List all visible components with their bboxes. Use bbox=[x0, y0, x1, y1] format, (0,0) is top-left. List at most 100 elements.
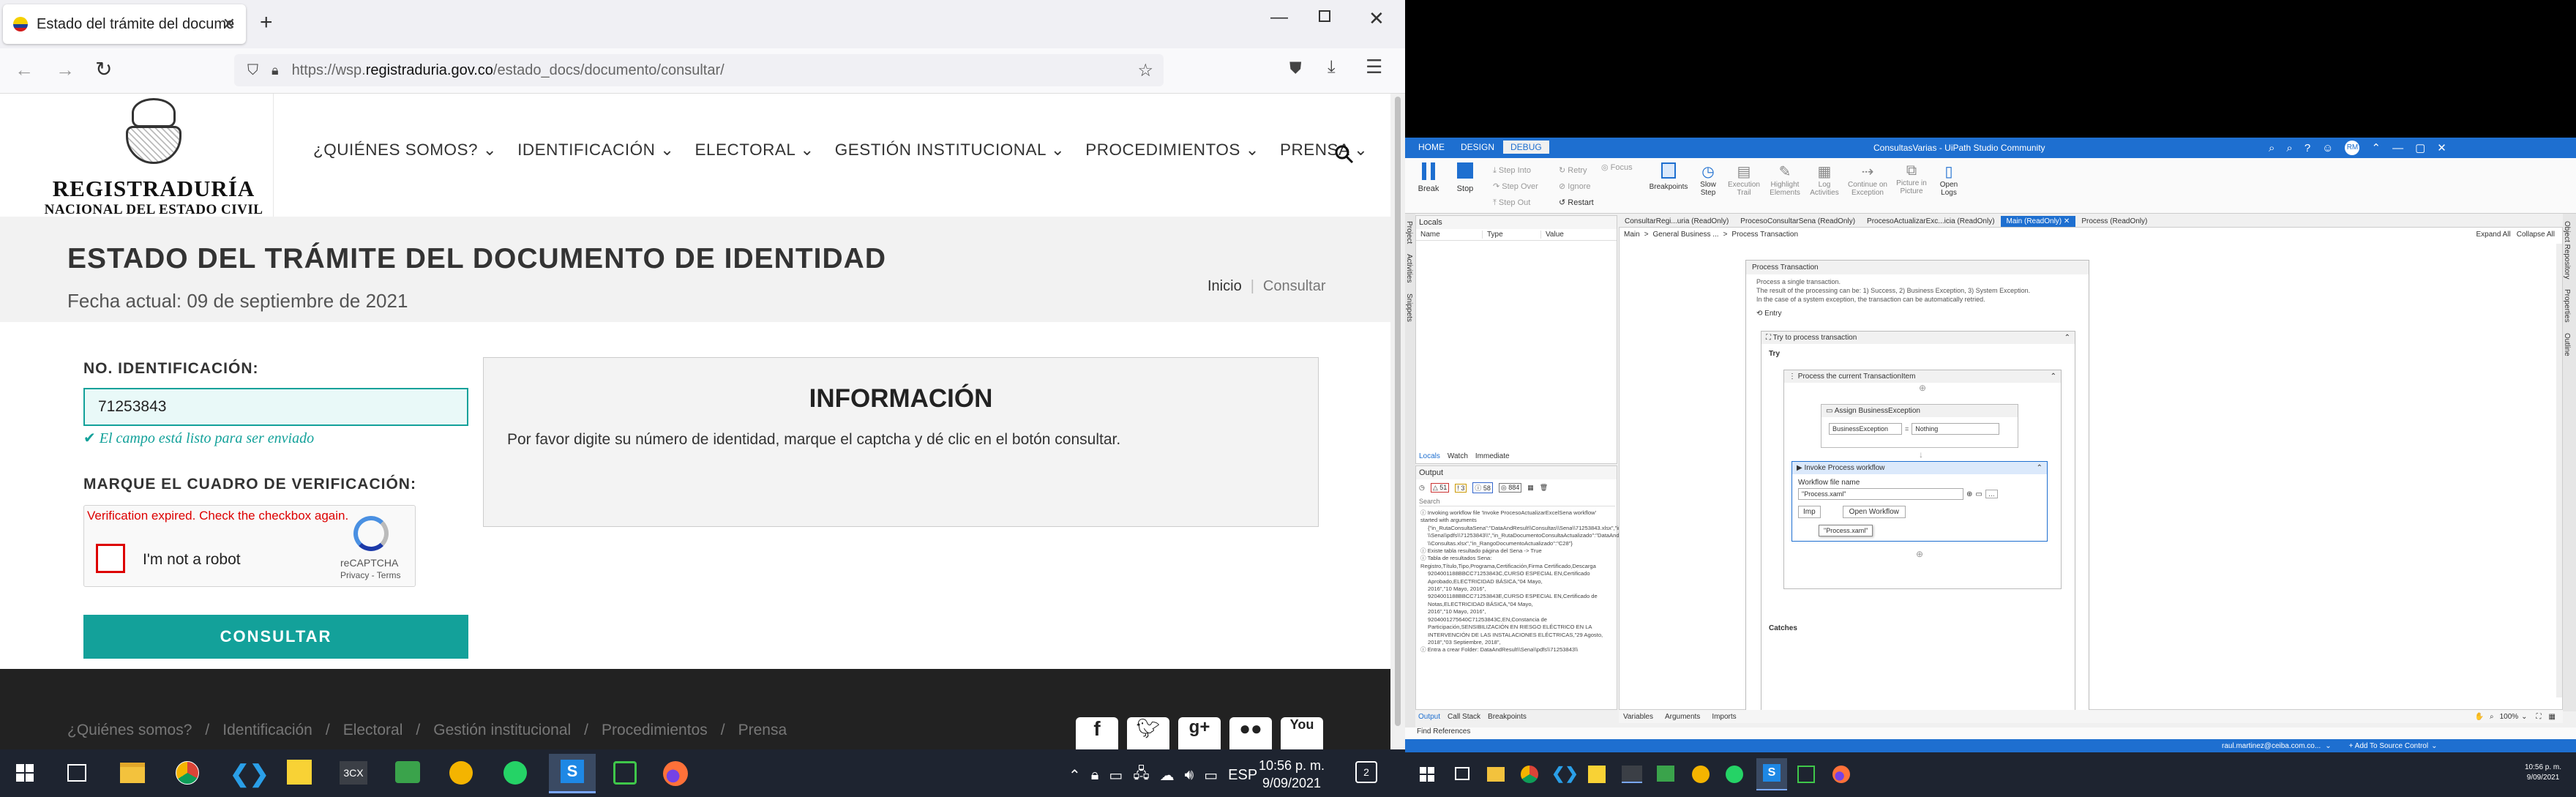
focus-button[interactable]: ◎ Focus bbox=[1601, 162, 1633, 172]
nav-gestion-institucional[interactable]: GESTIÓN INSTITUCIONAL ⌄ bbox=[835, 141, 1066, 160]
file-explorer-icon[interactable] bbox=[1487, 767, 1505, 782]
studio-minimize-icon[interactable]: — bbox=[2392, 142, 2403, 154]
tray-folder-icon[interactable]: ▭ bbox=[1109, 766, 1123, 785]
zoom-search-icon[interactable]: ⌕ bbox=[2490, 713, 2494, 721]
twitter-icon[interactable]: 🐦︎ bbox=[1127, 717, 1169, 749]
nav-electoral[interactable]: ELECTORAL ⌄ bbox=[695, 141, 815, 160]
close-tab-icon[interactable]: ✕ bbox=[222, 15, 236, 34]
log-line[interactable]: ⓘ Tabla de resultados Sena: Registro,Tít… bbox=[1420, 555, 1612, 570]
task-view-icon[interactable] bbox=[1455, 767, 1469, 780]
log-activities-button[interactable]: ▦ Log Activities bbox=[1806, 162, 1843, 197]
clock-date[interactable]: 9/09/2021 bbox=[2525, 773, 2561, 783]
menu-icon[interactable]: ☰ bbox=[1366, 56, 1382, 78]
crumb-general-business[interactable]: General Business ... bbox=[1653, 231, 1719, 239]
help-icon[interactable]: ? bbox=[2304, 142, 2310, 154]
copy-icon[interactable]: ▦ bbox=[1527, 484, 1534, 492]
footer-link-identificacion[interactable]: Identificación bbox=[222, 722, 312, 739]
tab-watch[interactable]: Watch bbox=[1448, 452, 1468, 460]
browser-tab[interactable]: Estado del trámite del docume ✕ bbox=[3, 4, 246, 44]
crumb-main[interactable]: Main bbox=[1624, 231, 1640, 239]
collapse-icon[interactable]: ⌃ bbox=[2064, 334, 2070, 342]
side-tab-properties[interactable]: Properties bbox=[2563, 289, 2571, 323]
footer-link-prensa[interactable]: Prensa bbox=[738, 722, 787, 739]
clock-date[interactable]: 9/09/2021 bbox=[1259, 774, 1325, 792]
highlight-elements-button[interactable]: ✎ Highlight Elements bbox=[1765, 162, 1805, 197]
tab-arguments[interactable]: Arguments bbox=[1665, 713, 1700, 721]
footer-link-quienes[interactable]: ¿Quiénes somos? bbox=[67, 722, 192, 739]
footer-link-procedimientos[interactable]: Procedimientos bbox=[602, 722, 708, 739]
page-scrollbar[interactable] bbox=[1390, 94, 1405, 749]
error-filter[interactable]: △ 51 bbox=[1430, 483, 1450, 493]
nav-quienes-somos[interactable]: ¿QUIÉNES SOMOS? ⌄ bbox=[313, 141, 497, 160]
whatsapp-icon[interactable] bbox=[1726, 766, 1743, 783]
uipath-assistant-icon[interactable] bbox=[1797, 766, 1815, 783]
entry-node[interactable]: ⟲ Entry bbox=[1746, 307, 2089, 321]
picture-in-picture-button[interactable]: ⧉ Picture in Picture bbox=[1891, 162, 1932, 195]
studio-restore-icon[interactable]: ▢ bbox=[2415, 141, 2425, 154]
vscode-icon[interactable]: ❮❯ bbox=[230, 760, 269, 787]
side-tab-snippets[interactable]: Snippets bbox=[1405, 293, 1413, 322]
ribbon-tab-home[interactable]: HOME bbox=[1411, 141, 1452, 154]
chrome-icon[interactable] bbox=[1521, 766, 1538, 783]
tab-variables[interactable]: Variables bbox=[1623, 713, 1653, 721]
tray-chevron-icon[interactable]: ⌃ bbox=[1068, 766, 1081, 785]
clock-time[interactable]: 10:56 p. m. bbox=[2525, 763, 2561, 773]
step-out-button[interactable]: ⤒ Step Out bbox=[1493, 195, 1538, 211]
minimize-icon[interactable]: — bbox=[1270, 7, 1288, 28]
crumb-process-transaction[interactable]: Process Transaction bbox=[1731, 231, 1798, 239]
add-activity-icon[interactable]: ⊕ bbox=[1784, 383, 2061, 393]
nav-identificacion[interactable]: IDENTIFICACIÓN ⌄ bbox=[517, 141, 674, 160]
pan-icon[interactable]: ✋ bbox=[2475, 713, 2484, 721]
step-into-button[interactable]: ⤓ Step Into bbox=[1493, 162, 1538, 179]
uipath-studio-icon[interactable]: S bbox=[549, 754, 596, 793]
chrome-canary-icon[interactable] bbox=[449, 761, 473, 785]
clock-time[interactable]: 10:56 p. m. bbox=[1259, 757, 1325, 774]
assign-value-field[interactable]: Nothing bbox=[1912, 423, 2000, 435]
lock-icon[interactable]: 🔒︎ bbox=[272, 63, 279, 78]
warning-filter[interactable]: ! 3 bbox=[1455, 483, 1467, 493]
nav-prensa[interactable]: PRENSA ⌄ bbox=[1280, 141, 1368, 160]
side-tab-outline[interactable]: Outline bbox=[2563, 333, 2571, 356]
recaptcha-links[interactable]: Privacy - Terms bbox=[340, 570, 400, 580]
smiley-icon[interactable]: ☺ bbox=[2322, 142, 2333, 154]
tab-locals[interactable]: Locals bbox=[1419, 452, 1440, 460]
network-icon[interactable]: 🖧︎ bbox=[1133, 763, 1149, 787]
input-language[interactable]: ESP bbox=[1228, 767, 1257, 784]
restart-button[interactable]: ↺ Restart bbox=[1559, 195, 1594, 211]
notifications-icon[interactable]: 2 bbox=[1355, 761, 1377, 783]
add-to-source-control[interactable]: + Add To Source Control bbox=[2349, 742, 2429, 750]
locals-col-name[interactable]: Name bbox=[1416, 231, 1482, 239]
breadcrumb-home[interactable]: Inicio bbox=[1208, 278, 1242, 295]
try-catch-block[interactable]: ⛶ Try to process transaction ⌃ Try ⋮ Pro… bbox=[1761, 331, 2075, 711]
flickr-icon[interactable]: ●● bbox=[1229, 717, 1272, 749]
clock-filter-icon[interactable]: ◷ bbox=[1419, 484, 1425, 492]
user-avatar[interactable]: RM bbox=[2345, 141, 2360, 155]
studio-search-icon[interactable]: ⌕ bbox=[2269, 142, 2274, 154]
restore-icon[interactable] bbox=[1319, 10, 1330, 22]
open-workflow-button[interactable]: Open Workflow bbox=[1842, 506, 1906, 518]
task-view-icon[interactable] bbox=[67, 764, 86, 782]
reload-icon[interactable]: ↻ bbox=[95, 57, 112, 81]
execution-trail-button[interactable]: ▤ Execution Trail bbox=[1726, 162, 1762, 197]
doc-tab-process[interactable]: Process (ReadOnly) bbox=[2075, 216, 2153, 227]
side-tab-object-repository[interactable]: Object Repository bbox=[2563, 221, 2571, 279]
tray-lock-icon[interactable]: 🔒︎ bbox=[1091, 767, 1099, 784]
side-tab-project[interactable]: Project bbox=[1405, 221, 1413, 244]
threecx-icon[interactable] bbox=[1622, 766, 1642, 783]
assign-to-field[interactable]: BusinessException bbox=[1829, 423, 1902, 435]
facebook-icon[interactable]: f bbox=[1076, 717, 1118, 749]
display-icon[interactable]: ▭ bbox=[1204, 766, 1218, 785]
doc-tab-consultar[interactable]: ConsultarRegi...uria (ReadOnly) bbox=[1619, 216, 1734, 227]
slow-step-button[interactable]: ◷ Slow Step bbox=[1692, 162, 1724, 197]
overview-icon[interactable]: ▦ bbox=[2549, 713, 2556, 721]
collapse-all-button[interactable]: Collapse All bbox=[2517, 231, 2555, 239]
doc-tab-main[interactable]: Main (ReadOnly) ✕ bbox=[2000, 215, 2076, 227]
id-input[interactable]: 71253843 bbox=[83, 388, 468, 426]
canvas-scrollbar[interactable] bbox=[2556, 244, 2562, 697]
status-user-icon[interactable]: ⌄ bbox=[2325, 742, 2331, 750]
vscode-icon[interactable]: ❮❯ bbox=[1551, 764, 1579, 783]
new-tab-icon[interactable]: + bbox=[260, 10, 273, 35]
youtube-icon[interactable]: You bbox=[1281, 717, 1323, 749]
tab-immediate[interactable]: Immediate bbox=[1475, 452, 1510, 460]
downloads-icon[interactable]: ⤓ bbox=[1328, 57, 1336, 78]
